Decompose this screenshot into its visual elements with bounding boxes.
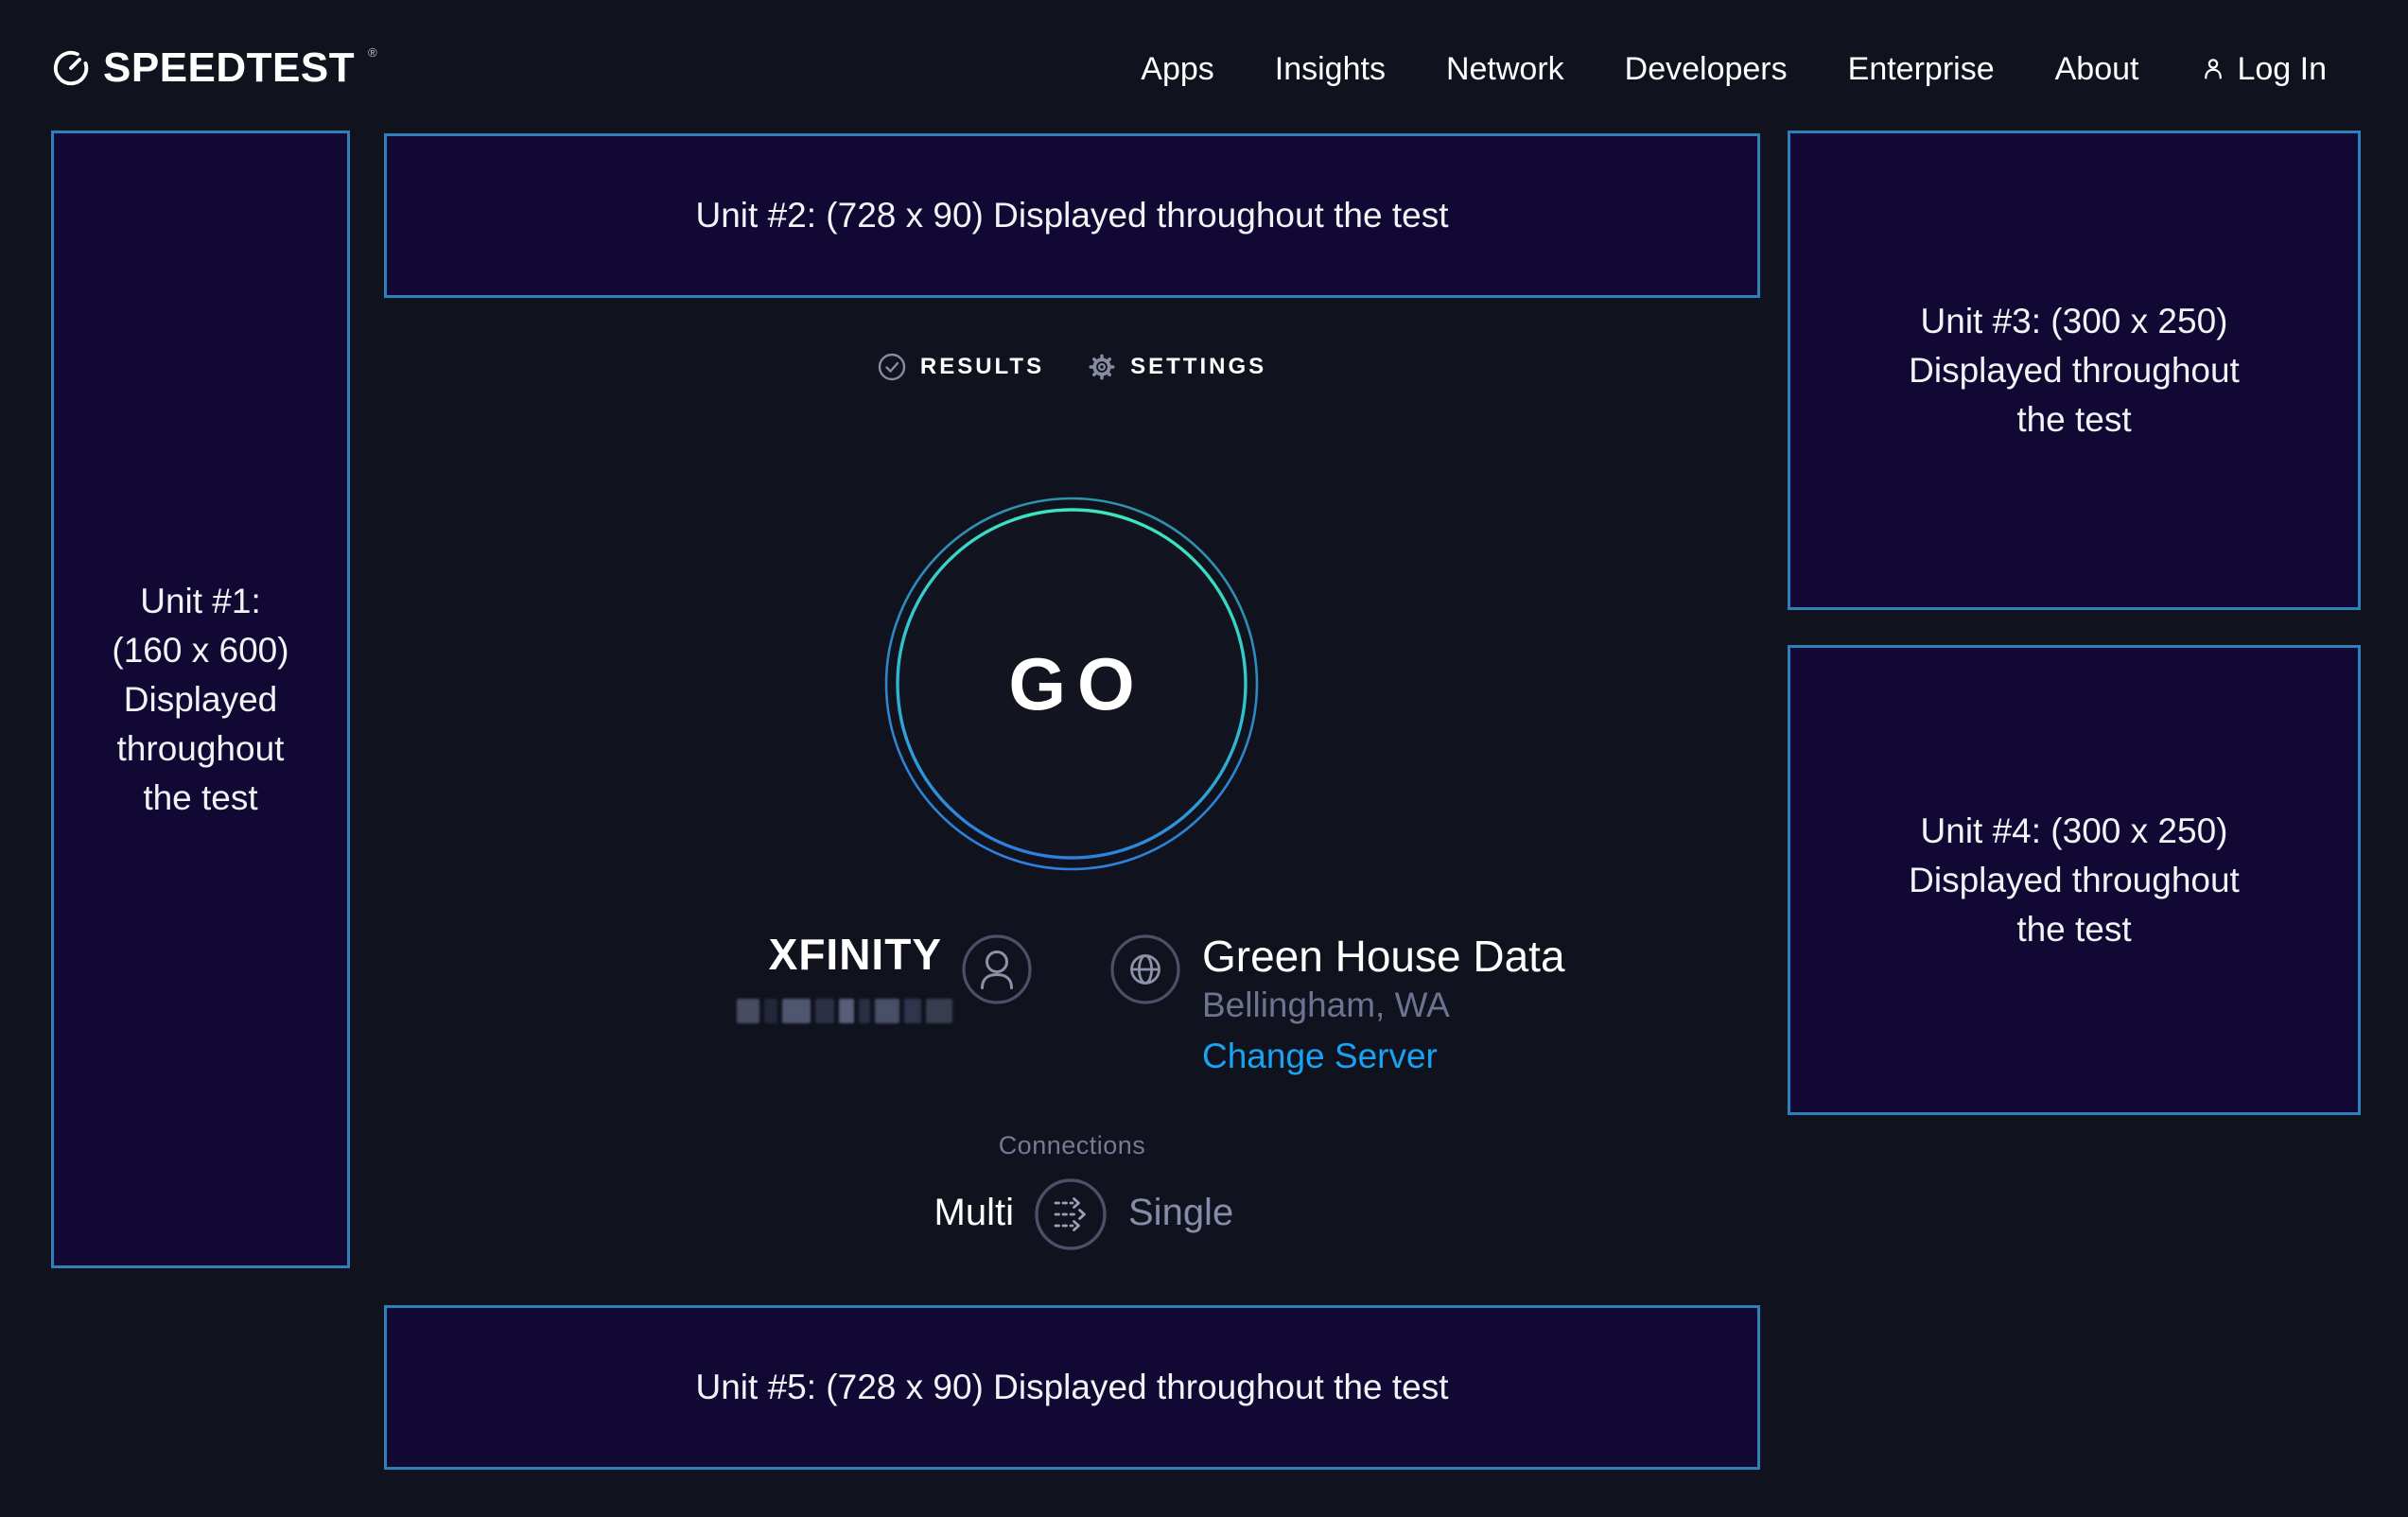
ad-text-line: Displayed throughout	[1909, 856, 2240, 905]
nav-item-insights[interactable]: Insights	[1275, 51, 1386, 88]
ad-unit-3[interactable]: Unit #3: (300 x 250)Displayed throughout…	[1788, 131, 2361, 610]
tab-results-label: RESULTS	[920, 354, 1044, 380]
masked-ip-text	[737, 997, 943, 1025]
server-location: Bellingham, WA	[1202, 985, 1450, 1025]
nav-item-enterprise[interactable]: Enterprise	[1848, 51, 1995, 88]
trademark-symbol: ®	[368, 45, 377, 60]
nav-item-apps[interactable]: Apps	[1141, 51, 1214, 88]
tab-settings-label: SETTINGS	[1130, 354, 1266, 380]
change-server-link[interactable]: Change Server	[1202, 1037, 1438, 1076]
globe-icon	[1109, 933, 1181, 1005]
ad-text-line: (160 x 600)	[112, 626, 288, 675]
ad-text-line: the test	[1909, 395, 2240, 445]
login-button[interactable]: Log In	[2199, 51, 2327, 88]
speedometer-logo-icon	[51, 48, 91, 88]
ad-text-line: Unit #5: (728 x 90) Displayed throughout…	[696, 1363, 1449, 1412]
ad-unit-4[interactable]: Unit #4: (300 x 250)Displayed throughout…	[1788, 645, 2361, 1115]
speedtest-logo[interactable]: SPEEDTEST ®	[51, 47, 377, 89]
tab-settings[interactable]: SETTINGS	[1088, 353, 1266, 381]
user-icon	[2199, 55, 2227, 83]
gear-icon	[1088, 353, 1116, 381]
nav-item-network[interactable]: Network	[1446, 51, 1564, 88]
ad-text-line: Displayed throughout	[1909, 346, 2240, 395]
nav-item-about[interactable]: About	[2055, 51, 2139, 88]
ad-text: Unit #1:(160 x 600)Displayedthroughoutth…	[112, 577, 288, 823]
ad-text-line: Unit #4: (300 x 250)	[1909, 807, 2240, 856]
connections-single-option[interactable]: Single	[1128, 1190, 1233, 1235]
tab-bar: RESULTS	[384, 348, 1760, 386]
ad-text: Unit #3: (300 x 250)Displayed throughout…	[1909, 297, 2240, 445]
server-name: Green House Data	[1202, 931, 1565, 982]
isp-user-badge	[961, 933, 1033, 1005]
ad-text: Unit #5: (728 x 90) Displayed throughout…	[696, 1363, 1449, 1412]
ad-text-line: Unit #2: (728 x 90) Displayed throughout…	[696, 191, 1449, 240]
ad-text-line: Unit #3: (300 x 250)	[1909, 297, 2240, 346]
login-label: Log In	[2237, 51, 2327, 88]
ad-text-line: the test	[112, 774, 288, 823]
speedtest-page: SPEEDTEST ® Apps Insights Network Develo…	[0, 0, 2408, 1517]
ad-text-line: Unit #1:	[112, 577, 288, 626]
tab-results[interactable]: RESULTS	[878, 353, 1044, 381]
ad-unit-5[interactable]: Unit #5: (728 x 90) Displayed throughout…	[384, 1305, 1760, 1470]
connections-heading: Connections	[384, 1131, 1760, 1160]
ad-text: Unit #2: (728 x 90) Displayed throughout…	[696, 191, 1449, 240]
brand-wordmark: SPEEDTEST	[103, 47, 355, 89]
ad-unit-2[interactable]: Unit #2: (728 x 90) Displayed throughout…	[384, 133, 1760, 298]
connections-multi-option[interactable]: Multi	[813, 1190, 1014, 1235]
go-button-label: GO	[882, 495, 1261, 873]
check-circle-icon	[878, 353, 906, 381]
ad-text-line: throughout	[112, 724, 288, 774]
isp-name: XFINITY	[605, 929, 942, 980]
multi-connection-icon[interactable]	[1034, 1177, 1108, 1251]
go-button[interactable]: GO	[882, 495, 1261, 873]
main-nav: Apps Insights Network Developers Enterpr…	[1141, 47, 2327, 91]
nav-item-developers[interactable]: Developers	[1625, 51, 1788, 88]
ad-unit-1[interactable]: Unit #1:(160 x 600)Displayedthroughoutth…	[51, 131, 350, 1268]
ad-text: Unit #4: (300 x 250)Displayed throughout…	[1909, 807, 2240, 954]
ad-text-line: the test	[1909, 905, 2240, 954]
ad-text-line: Displayed	[112, 675, 288, 724]
